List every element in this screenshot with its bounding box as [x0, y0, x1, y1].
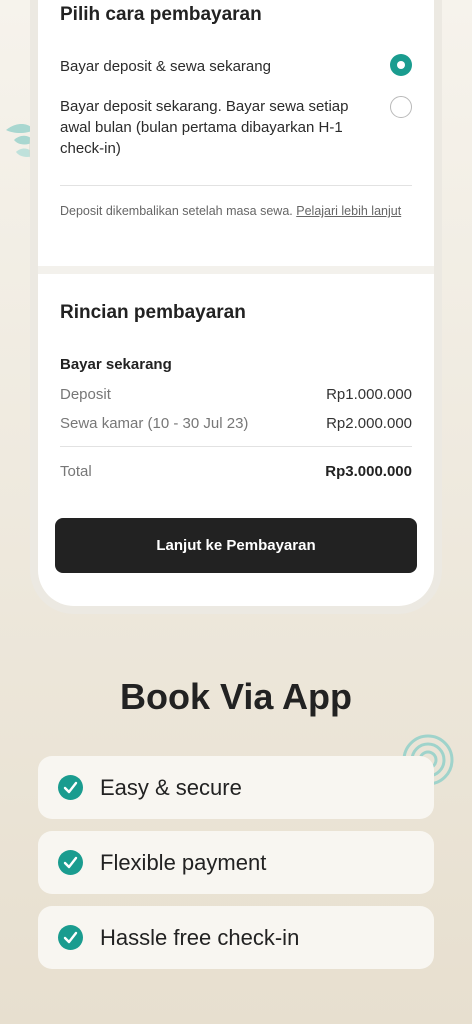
feature-item: Easy & secure: [38, 756, 434, 819]
feature-item: Flexible payment: [38, 831, 434, 894]
feature-item: Hassle free check-in: [38, 906, 434, 969]
check-icon: [58, 850, 83, 875]
check-icon: [58, 775, 83, 800]
payment-details-title: Rincian pembayaran: [60, 302, 246, 323]
check-icon: [58, 925, 83, 950]
divider: [60, 185, 412, 186]
feature-label: Easy & secure: [100, 775, 242, 800]
total-value: Rp3.000.000: [325, 463, 412, 480]
feature-label: Flexible payment: [100, 850, 267, 875]
payment-method-card: Pilih cara pembayaran Bayar deposit & se…: [38, 0, 434, 266]
pay-now-label: Bayar sekarang: [60, 356, 172, 373]
app-screen: Pilih cara pembayaran Bayar deposit & se…: [38, 0, 434, 606]
divider: [60, 446, 412, 447]
total-label: Total: [60, 463, 92, 480]
continue-to-payment-button[interactable]: Lanjut ke Pembayaran: [55, 518, 417, 573]
deposit-note-text: Deposit dikembalikan setelah masa sewa.: [60, 204, 293, 218]
deposit-label: Deposit: [60, 386, 111, 403]
option-pay-monthly-radio[interactable]: [390, 96, 412, 118]
payment-method-title: Pilih cara pembayaran: [60, 4, 262, 25]
deposit-value: Rp1.000.000: [326, 386, 412, 403]
promo-heading: Book Via App: [119, 676, 353, 717]
rent-value: Rp2.000.000: [326, 415, 412, 432]
rent-label: Sewa kamar (10 - 30 Jul 23): [60, 415, 249, 432]
option-pay-all-label[interactable]: Bayar deposit & sewa sekarang: [60, 56, 360, 77]
option-pay-all-radio[interactable]: [390, 54, 412, 76]
deposit-note: Deposit dikembalikan setelah masa sewa. …: [60, 202, 405, 221]
feature-label: Hassle free check-in: [100, 925, 300, 950]
option-pay-monthly-label[interactable]: Bayar deposit sekarang. Bayar sewa setia…: [60, 96, 360, 159]
learn-more-link[interactable]: Pelajari lebih lanjut: [296, 204, 401, 218]
